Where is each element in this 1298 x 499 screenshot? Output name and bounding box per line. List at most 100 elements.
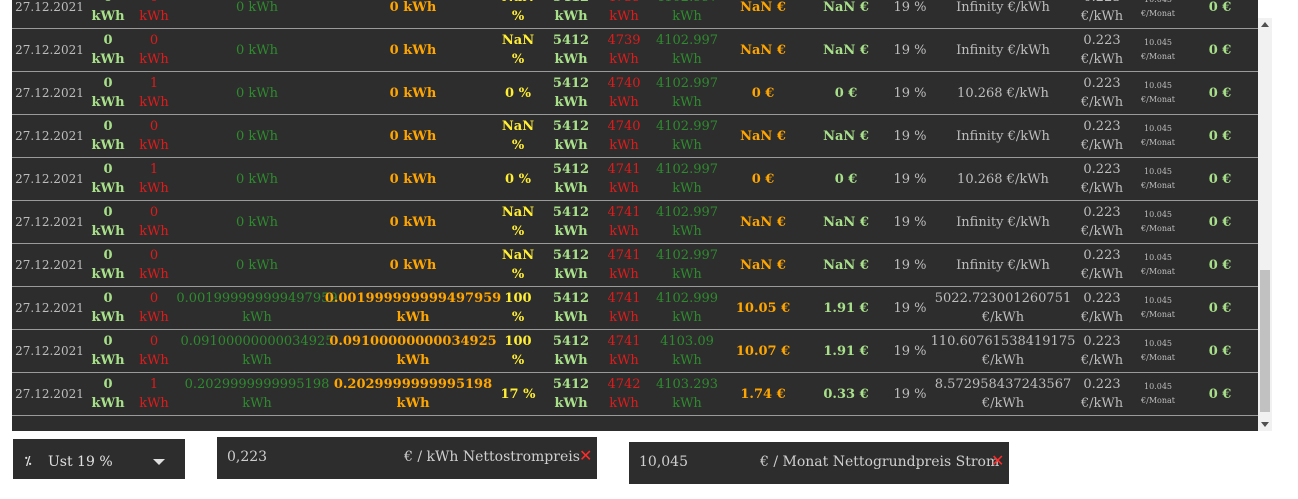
cell-text: kWh [554,310,588,325]
base-price-field[interactable]: 10,045 € / Monat Nettogrundpreis Strom ✕ [629,442,1009,484]
cell-text: Infinity €/kWh [956,128,1050,144]
cell-text: 0.09100000000034925 [180,334,334,349]
table-cell-net: 1.91 € [816,330,876,372]
cell-text: kWh [672,353,702,368]
cell-text: NaN € [740,257,786,273]
cell-text: NaN [501,205,535,220]
cell-text: Infinity €/kWh [956,0,1050,15]
cell-text: 4103.293 [655,377,719,392]
cell-text: 100 [504,291,532,306]
cell-text: 19 % [893,0,927,15]
cell-text: NaN € [823,128,869,144]
cell-text: 0 kWh [235,171,278,187]
cell-text: 0 € [751,171,775,187]
vat-select-label: Ust 19 % [48,454,113,470]
table-cell-m3: 4102.997 kWh [652,0,722,28]
cell-text: 0.223 [1083,33,1121,48]
table-cell-date: 27.12.2021 [12,287,87,329]
cell-text: NaN [501,248,535,263]
vat-select[interactable]: ⁒ Ust 19 % [13,439,185,479]
cell-text: 0 kWh [235,257,278,273]
cell-text: NaN € [740,42,786,58]
cell-text: 0 € [834,171,858,187]
cell-text: 0.223 [1083,205,1121,220]
cell-text: 19 % [893,300,927,316]
table-cell-per: Infinity €/kWh [942,29,1064,71]
cell-text: 0 kWh [389,42,437,58]
table-cell-per: 110.60761538419175 €/kWh [931,330,1076,372]
table-cell-vat: 19 % [890,72,930,114]
cell-text: NaN € [740,214,786,230]
cell-text: €/kWh [1080,396,1124,411]
cell-text: €/kWh [981,396,1025,411]
table-cell-m3: 4102.997 kWh [652,72,722,114]
table-cell-net: NaN € [816,244,876,286]
cell-text: kWh [139,353,169,368]
table-row: 27.12.20210kWh0kWh0 kWh0 kWhNaN%5412kWh4… [12,201,1258,244]
cell-text: kWh [609,224,639,239]
table-cell-pct: NaN% [500,29,536,71]
cell-text: 0 kWh [389,0,437,15]
cell-text: 10.045 [1144,0,1172,7]
cell-text: 0 kWh [235,214,278,230]
cell-text: 0.223 [1083,248,1121,263]
table-cell-pct: 100% [500,287,536,329]
table-cell-m3: 4102.997 kWh [652,29,722,71]
cell-text: kWh [609,52,639,67]
chevron-down-icon[interactable] [153,459,165,465]
net-price-input[interactable]: 0,223 [227,449,267,465]
table-cell-m1: 5412 kWh [552,287,590,329]
cell-text: kWh [609,95,639,110]
cell-text: €/Monat [1141,396,1175,405]
cell-text: kWh [609,267,639,282]
scroll-up-icon[interactable] [1261,22,1269,27]
table-cell-base: 10.045 €/Monat [1134,72,1182,114]
clear-icon[interactable]: ✕ [579,446,592,465]
cell-text: €/Monat [1141,52,1175,61]
clear-icon[interactable]: ✕ [991,451,1004,470]
cell-text: 0 [103,248,113,263]
table-cell-c: 0 kWh [182,201,332,243]
table-cell-c: 0 kWh [182,29,332,71]
cell-text: kWh [139,52,169,67]
table-cell-d: 0.001999999999497959 kWh [325,287,501,329]
table-row: 27.12.20210kWh0kWh0 kWh0 kWhNaN%5412kWh4… [12,244,1258,287]
table-row: 27.12.20210kWh0kWh0 kWh0 kWhNaN%5412kWh4… [12,115,1258,158]
cell-text: 0 kWh [235,128,278,144]
table-cell-vat: 19 % [890,373,930,415]
table-cell-d: 0 kWh [340,244,486,286]
scroll-thumb[interactable] [1260,270,1270,412]
scroll-down-icon[interactable] [1261,422,1269,427]
table-cell-per: 5022.723001260751 €/kWh [935,287,1071,329]
table-cell-a: 0 kWh [91,0,124,28]
table-scrollbar[interactable] [1258,18,1272,431]
cell-text: kWh [554,353,588,368]
cell-text: kWh [91,353,125,368]
net-price-field[interactable]: 0,223 € / kWh Nettostrompreis ✕ [217,437,597,479]
table-cell-cost: 10.05 € [732,287,794,329]
cell-text: kWh [609,138,639,153]
cell-text: kWh [554,9,588,24]
cell-text: 0 [103,377,113,392]
cell-text: 10.268 €/kWh [957,171,1049,187]
cell-text: kWh [554,396,588,411]
cell-text: 110.60761538419175 [930,334,1076,349]
base-price-input[interactable]: 10,045 [639,454,688,470]
cell-text: 19 % [893,214,927,230]
cell-text: % [511,138,525,153]
cell-text: kWh [139,396,169,411]
cell-text: 19 % [893,171,927,187]
cell-text: 0 kWh [235,85,278,101]
table-cell-c: 0 kWh [182,0,332,28]
table-cell-m1: 5412 kWh [552,373,590,415]
table-cell-cost: 1.74 € [732,373,794,415]
cell-text: €/Monat [1141,9,1175,18]
table-cell-pct: 0 % [500,158,536,200]
cell-text: 0 € [1208,0,1232,15]
cell-text: €/Monat [1141,310,1175,319]
cell-text: 0.223 [1083,119,1121,134]
cell-text: % [511,224,525,239]
table-cell-vat: 19 % [890,0,930,28]
cell-text: 0 kWh [389,171,437,187]
table-cell-vat: 19 % [890,115,930,157]
